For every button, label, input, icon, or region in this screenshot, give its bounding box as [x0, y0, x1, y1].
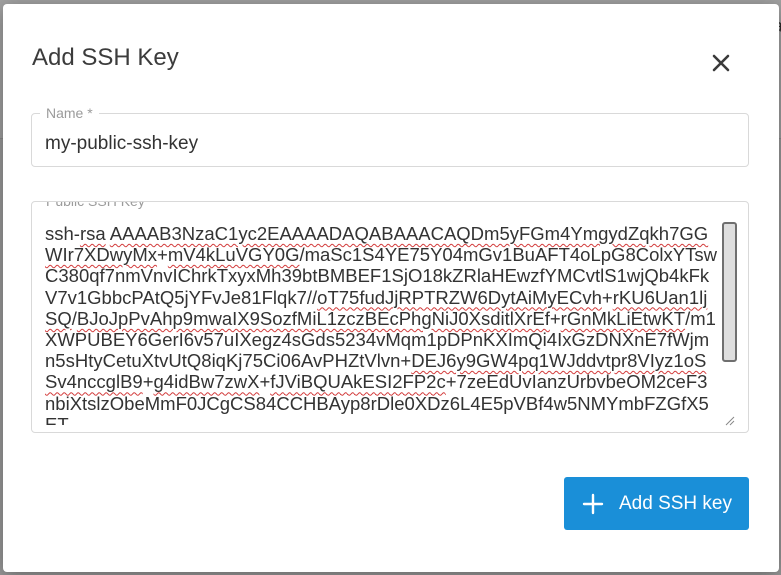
key-text-segment: + — [259, 371, 271, 393]
key-text-segment: + — [549, 307, 561, 329]
public-ssh-key-label: Public SSH Key * — [40, 202, 161, 209]
public-ssh-key-textarea[interactable]: ssh-rsa AAAAB3NzaC1yc2EAAAADAQABAAACAQDm… — [45, 223, 717, 425]
key-text-segment: + — [157, 244, 168, 266]
add-ssh-key-button[interactable]: Add SSH key — [564, 477, 749, 530]
name-input-value[interactable]: my-public-ssh-key — [45, 133, 198, 155]
public-ssh-key-field[interactable]: Public SSH Key * ssh-rsa AAAAB3NzaC1yc2E… — [31, 201, 749, 433]
name-field[interactable]: Name * my-public-ssh-key — [31, 105, 749, 167]
close-button[interactable] — [706, 48, 736, 78]
add-ssh-key-button-label: Add SSH key — [619, 492, 732, 514]
key-text-segment: rGnMkLiEtwKT — [560, 307, 686, 329]
key-text-segment: fJViBQUAkESI2FP2c — [270, 371, 446, 393]
key-text-segment: + — [601, 286, 613, 308]
resize-handle-icon[interactable] — [721, 412, 735, 426]
name-field-label: Name * — [40, 105, 99, 121]
textarea-scrollbar[interactable] — [722, 222, 737, 362]
plus-icon — [582, 493, 604, 515]
key-text-segment: + — [142, 371, 154, 393]
key-text-segment: mV4kLuVGY0G — [167, 244, 300, 266]
close-icon — [712, 54, 730, 72]
add-ssh-key-dialog: Add SSH Key Name * my-public-ssh-key Pub… — [3, 4, 779, 572]
key-text-segment: g4idBw7zwX — [153, 371, 260, 393]
key-text-segment: ssh- — [45, 223, 80, 244]
key-text-segment: rsa — [79, 223, 106, 244]
dialog-title: Add SSH Key — [32, 44, 179, 71]
key-text-segment: BJoJpPvAhp9mwaIX9SozfMiL1zczBEcPhgNiJ0Xs… — [76, 307, 550, 329]
key-text-segment: oT75fudJjRPTRZW6DytAiMyECvh — [317, 286, 602, 308]
